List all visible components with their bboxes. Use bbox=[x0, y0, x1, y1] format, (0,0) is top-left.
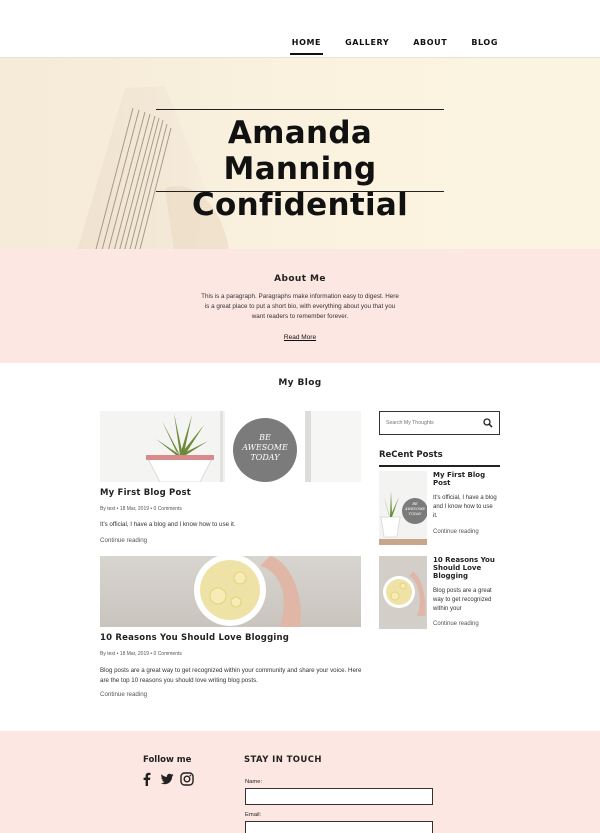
nav-blog[interactable]: BLOG bbox=[469, 34, 500, 55]
facebook-icon[interactable] bbox=[140, 772, 154, 786]
recent-post-1-title[interactable]: My First Blog Post bbox=[433, 471, 503, 487]
about-heading: About Me bbox=[274, 274, 326, 284]
footer: Follow me STAY IN TOUCH Name: Email: bbox=[0, 731, 600, 833]
site-title-line1: Amanda Manning bbox=[223, 115, 377, 187]
about-paragraph: This is a paragraph. Paragraphs make inf… bbox=[201, 293, 399, 320]
post-2-meta: By test • 18 Mar, 2019 • 0 Comments bbox=[100, 651, 182, 657]
twitter-icon[interactable] bbox=[160, 772, 174, 786]
search-box bbox=[379, 411, 500, 435]
title-rule-top bbox=[156, 109, 444, 110]
email-label: Email: bbox=[245, 812, 262, 818]
blog-heading: My Blog bbox=[278, 378, 322, 388]
read-more-link[interactable]: Read More bbox=[284, 334, 316, 341]
stay-in-touch-heading: STAY IN TOUCH bbox=[244, 755, 322, 765]
nav-home[interactable]: HOME bbox=[289, 34, 324, 55]
site-title-line2: Confidential bbox=[191, 187, 409, 223]
post-1-image[interactable]: BE AWESOME TODAY bbox=[100, 411, 361, 482]
post-1-title[interactable]: My First Blog Post bbox=[100, 488, 191, 498]
title-rule-bottom bbox=[156, 191, 444, 192]
recent-post-2-image[interactable] bbox=[379, 556, 427, 629]
post-2-image[interactable] bbox=[100, 556, 361, 627]
nav-gallery[interactable]: GALLERY bbox=[343, 34, 391, 55]
post-1-excerpt: It's official, I have a blog and I know … bbox=[100, 521, 236, 528]
email-field[interactable] bbox=[245, 821, 433, 833]
lemon-tea-thumb bbox=[379, 556, 427, 629]
lemon-tea-image bbox=[100, 556, 361, 627]
plant-and-sign-image bbox=[100, 411, 361, 482]
be-awesome-sign-text: BE AWESOME TODAY bbox=[242, 433, 288, 462]
recent-post-1-image[interactable]: BE AWESOME TODAY bbox=[379, 471, 427, 545]
recent-post-1-excerpt: It's official, I have a blog and I know … bbox=[433, 495, 497, 520]
post-1-continue-reading[interactable]: Continue reading bbox=[100, 537, 147, 544]
hero-banner: Amanda Manning Confidential bbox=[0, 58, 600, 249]
post-2-excerpt: Blog posts are a great way to get recogn… bbox=[100, 667, 362, 684]
about-section: About Me This is a paragraph. Paragraphs… bbox=[0, 249, 600, 363]
instagram-icon[interactable] bbox=[180, 772, 194, 786]
be-awesome-thumb-text: BE AWESOME TODAY bbox=[405, 502, 425, 516]
main-nav: HOME GALLERY ABOUT BLOG bbox=[270, 34, 500, 55]
social-links bbox=[140, 772, 194, 786]
post-1-meta: By test • 18 Mar, 2019 • 0 Comments bbox=[100, 506, 182, 512]
post-2-continue-reading[interactable]: Continue reading bbox=[100, 691, 147, 698]
nav-about[interactable]: ABOUT bbox=[411, 34, 449, 55]
recent-post-2-continue-reading[interactable]: Continue reading bbox=[433, 621, 479, 627]
site-title: Amanda Manning Confidential bbox=[156, 115, 444, 223]
search-input[interactable] bbox=[386, 420, 481, 426]
recent-post-2-title[interactable]: 10 Reasons You Should Love Blogging bbox=[433, 556, 503, 580]
site-title-block: Amanda Manning Confidential bbox=[156, 109, 444, 223]
name-label: Name: bbox=[245, 779, 263, 785]
name-field[interactable] bbox=[245, 788, 433, 805]
recent-post-2-excerpt: Blog posts are a great way to get recogn… bbox=[433, 588, 492, 613]
post-2-title[interactable]: 10 Reasons You Should Love Blogging bbox=[100, 633, 289, 643]
follow-heading: Follow me bbox=[143, 755, 192, 765]
recent-posts-heading: ReCent Posts bbox=[379, 450, 500, 467]
recent-post-1-continue-reading[interactable]: Continue reading bbox=[433, 529, 479, 535]
search-icon[interactable] bbox=[483, 418, 493, 428]
